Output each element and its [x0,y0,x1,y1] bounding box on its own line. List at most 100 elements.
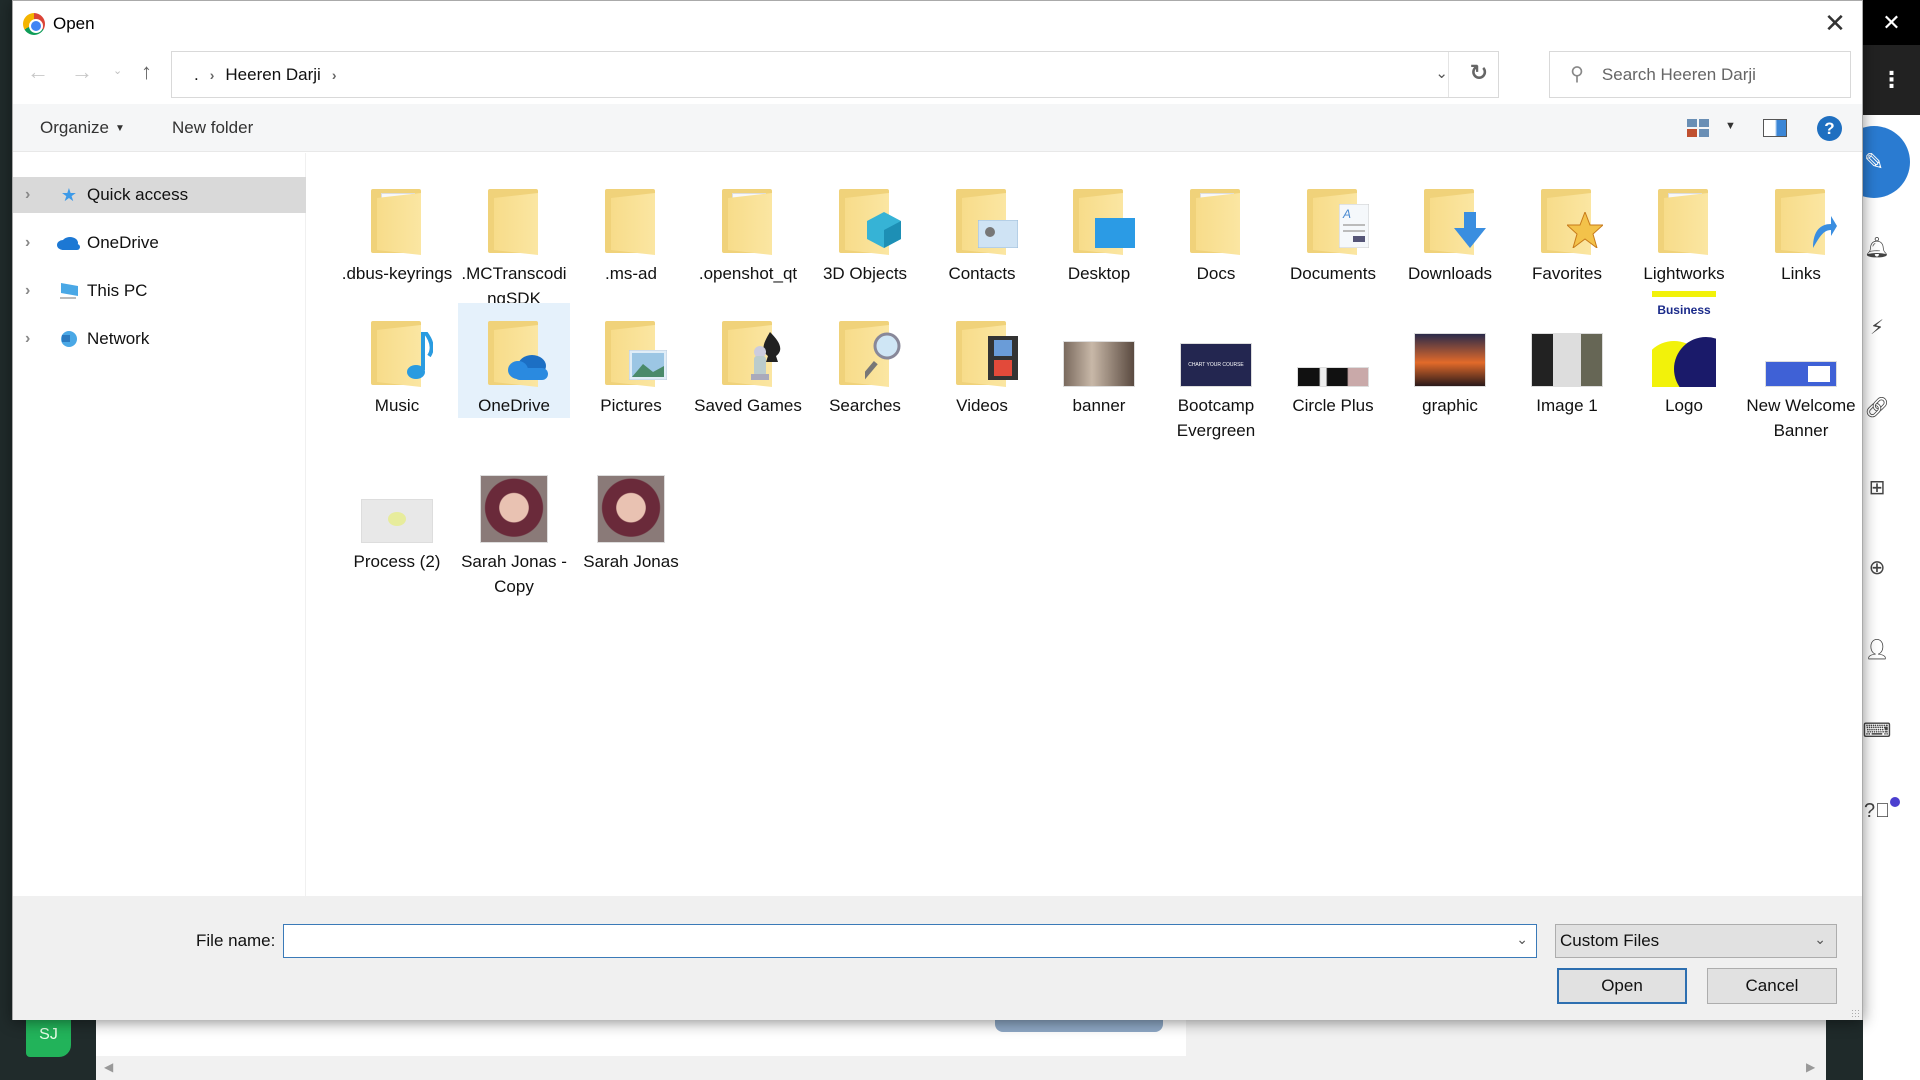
recent-locations-dropdown[interactable]: ⌄ [113,64,122,77]
folder-icon [1658,189,1710,255]
file-item-docs[interactable]: Docs [1160,171,1272,286]
image-thumbnail [1414,333,1486,387]
file-item-label: Videos [956,396,1008,415]
new-folder-button[interactable]: New folder [172,118,253,138]
file-item-desktop[interactable]: Desktop [1043,171,1155,286]
breadcrumb-heeren-darji[interactable]: Heeren Darji [225,65,320,85]
view-options-dropdown[interactable]: ▼ [1725,120,1736,132]
nav-item-network[interactable]: › Network [13,321,306,357]
nav-item-onedrive[interactable]: › OneDrive [13,225,306,261]
forward-button[interactable]: → [71,59,93,85]
image-thumbnail [1519,303,1615,393]
link-icon[interactable]: 🔗︎ [1862,395,1892,420]
folder-icon [1168,171,1264,261]
file-item-downloads[interactable]: Downloads [1394,171,1506,286]
file-type-value: Custom Files [1560,931,1660,950]
file-item-new-welcome-banner[interactable]: New Welcome Banner [1745,303,1857,443]
refresh-button[interactable]: ↻ [1470,60,1488,86]
keyboard-icon[interactable]: ⌨ [1862,718,1892,743]
add-person-icon[interactable]: 👤︎ [1862,637,1892,662]
breadcrumb-separator[interactable]: › [210,67,215,83]
file-item-saved-games[interactable]: Saved Games [692,303,804,418]
address-bar[interactable]: . › Heeren Darji › ⌄ ↻ [171,51,1499,98]
chevron-right-icon[interactable]: › [25,234,39,252]
file-item-videos[interactable]: Videos [926,303,1038,418]
apps-grid-icon[interactable]: ⊞ [1862,475,1892,500]
flash-chat-icon[interactable]: ⚡︎ [1862,315,1892,340]
file-item-searches[interactable]: Searches [809,303,921,418]
file-item-logo[interactable]: Business Logo [1628,291,1740,418]
file-item-sarah-jonas[interactable]: Sarah Jonas [575,459,687,574]
file-item-links[interactable]: Links [1745,171,1857,286]
file-item-pictures[interactable]: Pictures [575,303,687,418]
file-item-banner[interactable]: banner [1043,303,1155,418]
help-button[interactable]: ? [1817,116,1842,141]
back-button[interactable]: ← [27,59,49,85]
file-item-music[interactable]: Music [341,303,453,418]
desktop-icon [1095,218,1135,255]
nav-item-quick-access[interactable]: › ★ Quick access [13,177,306,213]
contact-card-icon [977,219,1019,255]
file-item-dbus-keyrings[interactable]: .dbus-keyrings [341,171,453,286]
up-button[interactable]: ↑ [141,59,152,85]
navigation-row: ← → ⌄ ↑ . › Heeren Darji › ⌄ ↻ ⚲ [13,51,1862,98]
file-item-label: graphic [1422,396,1478,415]
chevron-right-icon[interactable]: › [25,330,39,348]
organize-button[interactable]: Organize ▼ [40,118,125,138]
file-item-graphic[interactable]: graphic [1394,303,1506,418]
preview-pane-toggle-icon[interactable] [1763,119,1787,137]
file-item-onedrive[interactable]: OneDrive [458,303,570,418]
organize-label: Organize [40,118,109,137]
search-box[interactable]: ⚲ [1549,51,1851,98]
change-view-icon[interactable] [1687,119,1709,137]
more-vertical-icon[interactable]: ⋮ [1863,45,1920,115]
file-item-sarah-jonas-copy[interactable]: Sarah Jonas - Copy [458,459,570,599]
breadcrumb-separator[interactable]: › [332,67,337,83]
breadcrumb-root[interactable]: . [194,65,199,85]
close-icon[interactable]: ✕ [1863,0,1920,45]
add-box-icon[interactable]: ⊕ [1862,555,1892,580]
cancel-button[interactable]: Cancel [1707,968,1837,1004]
folder-icon [1636,171,1732,261]
folder-icon [488,189,540,255]
file-item-label: .ms-ad [605,264,657,283]
resize-grip[interactable] [1851,1009,1859,1017]
file-item-favorites[interactable]: Favorites [1511,171,1623,286]
chevron-down-icon[interactable]: ⌄ [1814,931,1826,948]
background-app-button[interactable] [995,1020,1163,1032]
chevron-down-icon[interactable]: ⌄ [1516,931,1528,948]
chevron-down-icon[interactable]: ⌄ [1435,64,1448,82]
nav-item-label: Network [87,329,150,348]
search-input[interactable] [1601,64,1822,85]
onedrive-cloud-icon [508,354,550,387]
file-name-input[interactable] [284,925,1494,957]
chevron-right-icon[interactable]: › [25,186,39,204]
file-item-contacts[interactable]: Contacts [926,171,1038,286]
file-item-process-2[interactable]: Process (2) [341,459,453,574]
bell-icon[interactable]: 🔔︎ [1862,235,1892,260]
file-item-label: Favorites [1532,264,1602,283]
close-button[interactable]: ✕ [1820,9,1850,39]
open-button[interactable]: Open [1557,968,1687,1004]
chevron-right-icon[interactable]: › [25,282,39,300]
scroll-right-icon[interactable]: ▶ [1806,1060,1815,1074]
file-item-openshot-qt[interactable]: .openshot_qt [692,171,804,286]
help-icon[interactable]: ?⃝ [1862,800,1892,823]
3d-cube-icon [867,212,901,255]
file-item-label: .dbus-keyrings [341,264,453,283]
nav-item-this-pc[interactable]: › This PC [13,273,306,309]
scroll-left-icon[interactable]: ◀ [104,1060,113,1074]
download-arrow-icon [1454,212,1486,255]
file-item-circle-plus[interactable]: Circle Plus [1277,303,1389,418]
file-type-select[interactable]: Custom Files ⌄ [1555,924,1837,958]
file-name-combobox[interactable]: ⌄ [283,924,1537,958]
file-item-lightworks[interactable]: Lightworks [1628,171,1740,286]
chrome-app-icon [23,12,45,35]
file-item-3d-objects[interactable]: 3D Objects [809,171,921,286]
file-item-bootcamp-evergreen[interactable]: CHART YOUR COURSE Bootcamp Evergreen [1160,303,1272,443]
file-item-documents[interactable]: A Documents [1277,171,1389,286]
file-item-ms-ad[interactable]: .ms-ad [575,171,687,286]
file-item-mctranscodingsdk[interactable]: .MCTranscodingSDK [458,171,570,311]
file-item-label: Sarah Jonas - Copy [461,552,567,596]
file-item-image-1[interactable]: Image 1 [1511,303,1623,418]
